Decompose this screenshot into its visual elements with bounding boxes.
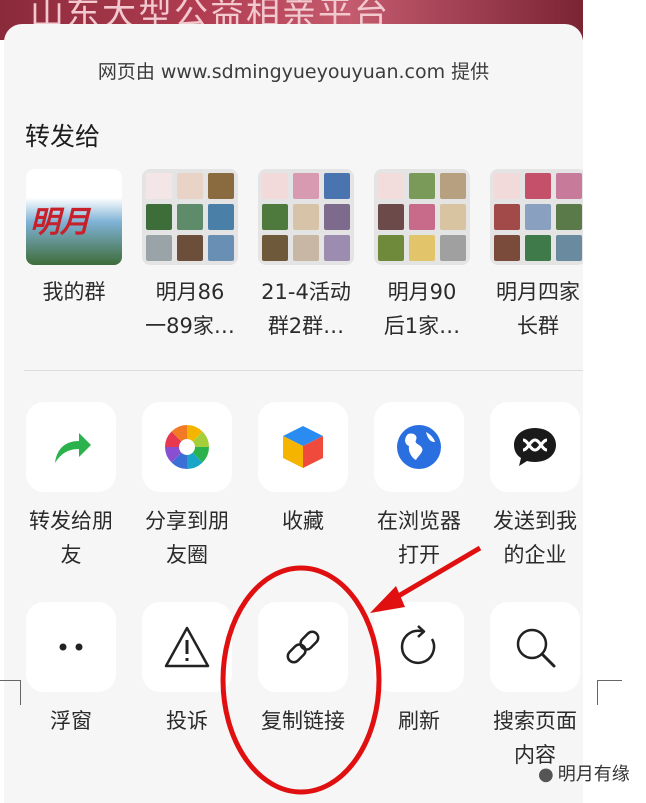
refresh-icon — [400, 625, 436, 665]
action-tile — [258, 602, 348, 692]
link-icon — [286, 630, 320, 664]
provider-text: 网页由 www.sdmingyueyouyuan.com 提供 — [97, 61, 490, 83]
contact-name: 明月86 一89家… — [145, 280, 235, 338]
action-label: 转发给朋 友 — [29, 509, 113, 567]
contact-group-four-parents[interactable]: 明月四家 长群 — [483, 169, 583, 343]
action-tile — [142, 602, 232, 692]
wechat-icon: ● — [538, 764, 554, 785]
contact-group-86-89[interactable]: 明月86 一89家… — [135, 169, 245, 343]
search-icon — [516, 628, 556, 668]
contact-name: 明月四家 长群 — [496, 280, 580, 338]
action-tile — [374, 402, 464, 492]
contact-name: 21-4活动 群2群… — [261, 280, 351, 338]
section-divider — [24, 370, 583, 371]
copy-link-button[interactable]: 复制链接 — [248, 602, 358, 738]
action-label: 收藏 — [282, 509, 324, 533]
float-window-button[interactable]: 浮窗 — [16, 602, 126, 738]
send-to-my-company-button[interactable]: 发送到我 的企业 — [480, 402, 583, 572]
favorite-button[interactable]: 收藏 — [248, 402, 358, 538]
group-avatar — [374, 169, 470, 265]
crop-mark — [597, 680, 622, 705]
action-label: 浮窗 — [50, 709, 92, 733]
action-tile — [258, 402, 348, 492]
action-label: 投诉 — [166, 709, 208, 733]
watermark-text: 明月有缘 — [557, 764, 630, 785]
watermark: ● 明月有缘 — [538, 760, 630, 786]
share-sheet: 网页由 www.sdmingyueyouyuan.com 提供 转发给 明月 我… — [4, 24, 583, 803]
warning-icon — [164, 626, 210, 668]
action-tile — [490, 602, 580, 692]
globe-icon — [397, 425, 441, 469]
forward-to-title: 转发给 — [25, 122, 101, 151]
action-tile — [26, 602, 116, 692]
group-avatar — [258, 169, 354, 265]
action-tile — [374, 602, 464, 692]
contact-group-21-4[interactable]: 21-4活动 群2群… — [251, 169, 361, 343]
contact-name: 明月90 后1家… — [383, 280, 461, 338]
favorite-cube-icon — [283, 426, 323, 468]
wework-icon — [514, 428, 556, 466]
group-avatar — [142, 169, 238, 265]
report-button[interactable]: 投诉 — [132, 602, 242, 738]
action-label: 分享到朋 友圈 — [145, 509, 229, 567]
forward-arrow-icon — [55, 433, 91, 463]
action-label: 复制链接 — [261, 709, 345, 733]
contact-name: 我的群 — [42, 280, 106, 304]
share-to-moments-button[interactable]: 分享到朋 友圈 — [132, 402, 242, 572]
moments-aperture-icon — [165, 425, 209, 469]
action-tile — [490, 402, 580, 492]
action-tile — [26, 402, 116, 492]
refresh-button[interactable]: 刷新 — [364, 602, 474, 738]
crop-mark — [0, 680, 21, 705]
group-avatar — [490, 169, 583, 265]
action-label: 刷新 — [398, 709, 440, 733]
contact-my-group[interactable]: 明月 我的群 — [19, 169, 129, 309]
contact-group-90[interactable]: 明月90 后1家… — [367, 169, 477, 343]
search-page-content-button[interactable]: 搜索页面 内容 — [480, 602, 583, 772]
open-in-browser-button[interactable]: 在浏览器 打开 — [364, 402, 474, 572]
action-tile — [142, 402, 232, 492]
forward-to-friend-button[interactable]: 转发给朋 友 — [16, 402, 126, 572]
action-label: 发送到我 的企业 — [493, 509, 577, 567]
group-avatar: 明月 — [26, 169, 122, 265]
float-window-icon — [59, 643, 83, 651]
action-label: 在浏览器 打开 — [377, 509, 461, 567]
